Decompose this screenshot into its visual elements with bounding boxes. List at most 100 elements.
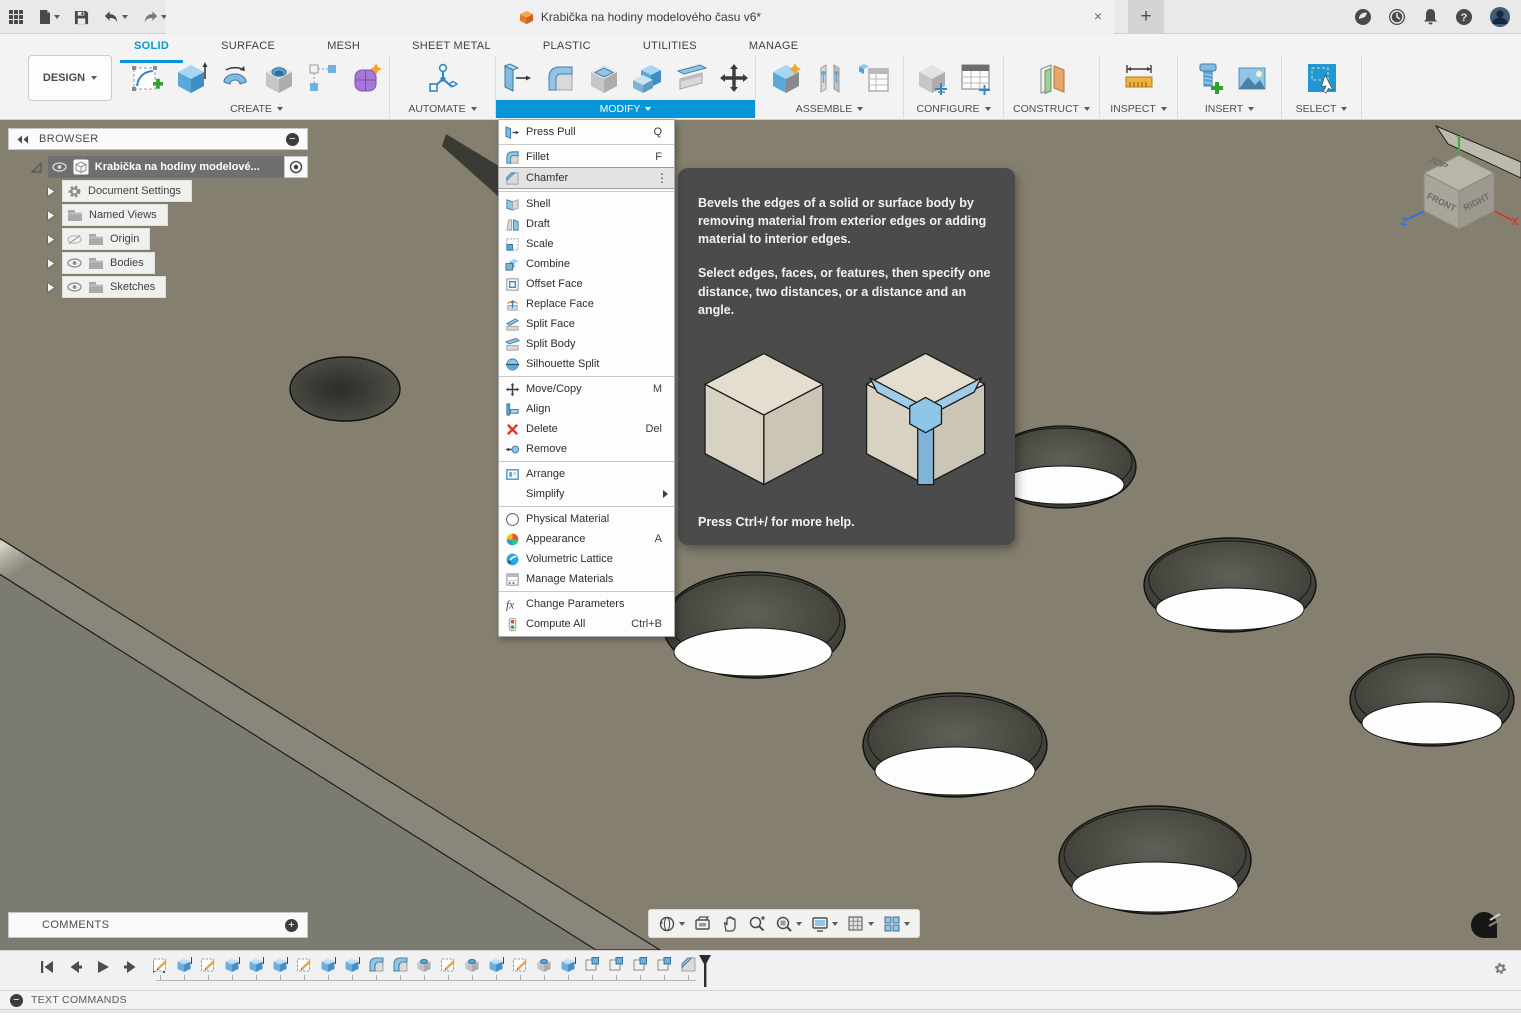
form-icon[interactable] (346, 57, 388, 99)
select-icon[interactable] (1301, 57, 1343, 99)
create-sketch-icon[interactable] (126, 57, 168, 99)
insert-fastener-icon[interactable] (1187, 57, 1229, 99)
timeline-feature-extrude[interactable] (220, 956, 244, 980)
browser-item-document-settings[interactable]: Document Settings (44, 180, 308, 202)
timeline-feature-extrude[interactable] (340, 956, 364, 980)
close-tab-icon[interactable]: × (1094, 8, 1102, 24)
timeline-feature-hole[interactable] (532, 956, 556, 980)
timeline-feature-offset[interactable] (580, 956, 604, 980)
workspace-switcher[interactable]: DESIGN (28, 55, 112, 101)
hole[interactable] (290, 357, 400, 421)
text-commands-collapse-icon[interactable]: − (10, 994, 23, 1007)
browser-item-sketches[interactable]: Sketches (44, 276, 308, 298)
add-comment-icon[interactable]: + (285, 919, 298, 932)
timeline-feature-hole[interactable] (412, 956, 436, 980)
menu-item-scale[interactable]: Scale (499, 234, 674, 254)
command-input-strip[interactable] (0, 1012, 1521, 1022)
display-settings-icon[interactable] (808, 913, 841, 935)
visibility-eye-icon[interactable] (67, 282, 82, 292)
menu-item-align[interactable]: Align (499, 399, 674, 419)
timeline-settings-gear-icon[interactable] (1492, 960, 1509, 977)
timeline-feature-extrude[interactable] (244, 956, 268, 980)
configuration-table-icon[interactable] (955, 57, 997, 99)
menu-item-physical-material[interactable]: Physical Material (499, 509, 674, 529)
automate-icon[interactable] (422, 57, 464, 99)
redo-icon[interactable] (142, 0, 167, 34)
activate-component-radio[interactable] (284, 156, 308, 178)
menu-item-combine[interactable]: Combine (499, 254, 674, 274)
playback-step-back-button[interactable] (66, 959, 84, 975)
timeline-feature-offset[interactable] (604, 956, 628, 980)
timeline-playhead[interactable] (698, 954, 712, 988)
hole[interactable] (1144, 538, 1316, 632)
expand-arrow-icon[interactable] (44, 185, 58, 198)
menu-item-volumetric-lattice[interactable]: Volumetric Lattice (499, 549, 674, 569)
timeline-feature-extrude[interactable] (316, 956, 340, 980)
menu-item-manage-materials[interactable]: Manage Materials (499, 569, 674, 589)
timeline-feature-offset[interactable] (652, 956, 676, 980)
zoom-icon[interactable] (745, 913, 769, 935)
pan-icon[interactable] (718, 913, 742, 935)
ribbon-group-label-assemble[interactable]: ASSEMBLE (756, 100, 903, 118)
timeline-feature-sketch[interactable] (508, 956, 532, 980)
timeline-feature-extrude[interactable] (268, 956, 292, 980)
measure-icon[interactable] (1118, 57, 1160, 99)
more-options-icon[interactable]: ⋮ (656, 171, 668, 185)
timeline-feature-sketch[interactable] (436, 956, 460, 980)
undo-icon[interactable] (103, 0, 128, 34)
menu-item-split-face[interactable]: Split Face (499, 314, 674, 334)
browser-item-bodies[interactable]: Bodies (44, 252, 308, 274)
menu-item-move-copy[interactable]: Move/CopyM (499, 379, 674, 399)
playback-step-forward-button[interactable] (122, 959, 140, 975)
grid-settings-icon[interactable] (844, 913, 877, 935)
timeline-feature-fillet[interactable] (364, 956, 388, 980)
app-grid-icon[interactable] (8, 0, 24, 34)
expand-arrow-icon[interactable] (44, 209, 58, 222)
menu-item-appearance[interactable]: AppearanceA (499, 529, 674, 549)
menu-item-delete[interactable]: DeleteDel (499, 419, 674, 439)
timeline-feature-chamfer[interactable] (676, 956, 700, 980)
revolve-icon[interactable] (214, 57, 256, 99)
job-status-icon[interactable] (1388, 8, 1406, 26)
timeline-feature-sketch[interactable] (292, 956, 316, 980)
expand-arrow-icon[interactable] (44, 281, 58, 294)
fit-icon[interactable] (772, 913, 805, 935)
browser-item-named-views[interactable]: Named Views (44, 204, 308, 226)
browser-collapse-icon[interactable]: − (286, 133, 299, 146)
menu-item-replace-face[interactable]: Replace Face (499, 294, 674, 314)
profile-avatar[interactable] (1489, 6, 1511, 28)
new-tab-button[interactable]: + (1128, 0, 1164, 34)
timeline-feature-sketch[interactable] (196, 956, 220, 980)
hole[interactable] (863, 693, 1047, 797)
look-at-icon[interactable] (691, 913, 715, 935)
pattern-icon[interactable] (302, 57, 344, 99)
hole[interactable] (1059, 806, 1251, 914)
expand-arrow-icon[interactable] (44, 257, 58, 270)
document-tab[interactable]: Krabička na hodiny modelového času v6* × (166, 0, 1114, 34)
timeline-feature-extrude[interactable] (484, 956, 508, 980)
ribbon-group-label-modify[interactable]: MODIFY (496, 100, 755, 118)
bom-icon[interactable] (853, 57, 895, 99)
ribbon-group-label-automate[interactable]: AUTOMATE (390, 100, 495, 118)
collapse-panel-icon[interactable] (17, 135, 29, 144)
viewports-icon[interactable] (880, 913, 913, 935)
timeline-feature-sketch[interactable] (148, 956, 172, 980)
help-icon[interactable]: ? (1455, 8, 1473, 26)
ribbon-group-label-insert[interactable]: INSERT (1178, 100, 1281, 118)
ribbon-group-label-inspect[interactable]: INSPECT (1100, 100, 1177, 118)
visibility-eye-icon[interactable] (67, 258, 82, 268)
ribbon-group-label-select[interactable]: SELECT (1282, 100, 1361, 118)
playback-skip-start-button[interactable] (38, 959, 56, 975)
extrude-icon[interactable] (170, 57, 212, 99)
timeline-feature-offset[interactable] (628, 956, 652, 980)
eye-icon[interactable] (52, 162, 67, 172)
configuration-icon[interactable] (911, 57, 953, 99)
hole[interactable] (1350, 654, 1514, 746)
menu-item-press-pull[interactable]: Press PullQ (499, 122, 674, 142)
joint-icon[interactable] (809, 57, 851, 99)
shell-icon[interactable] (583, 57, 625, 99)
menu-item-chamfer[interactable]: Chamfer⋮ (499, 167, 674, 189)
menu-item-compute-all[interactable]: Compute AllCtrl+B (499, 614, 674, 634)
timeline-feature-fillet[interactable] (388, 956, 412, 980)
file-menu-icon[interactable] (38, 0, 60, 34)
